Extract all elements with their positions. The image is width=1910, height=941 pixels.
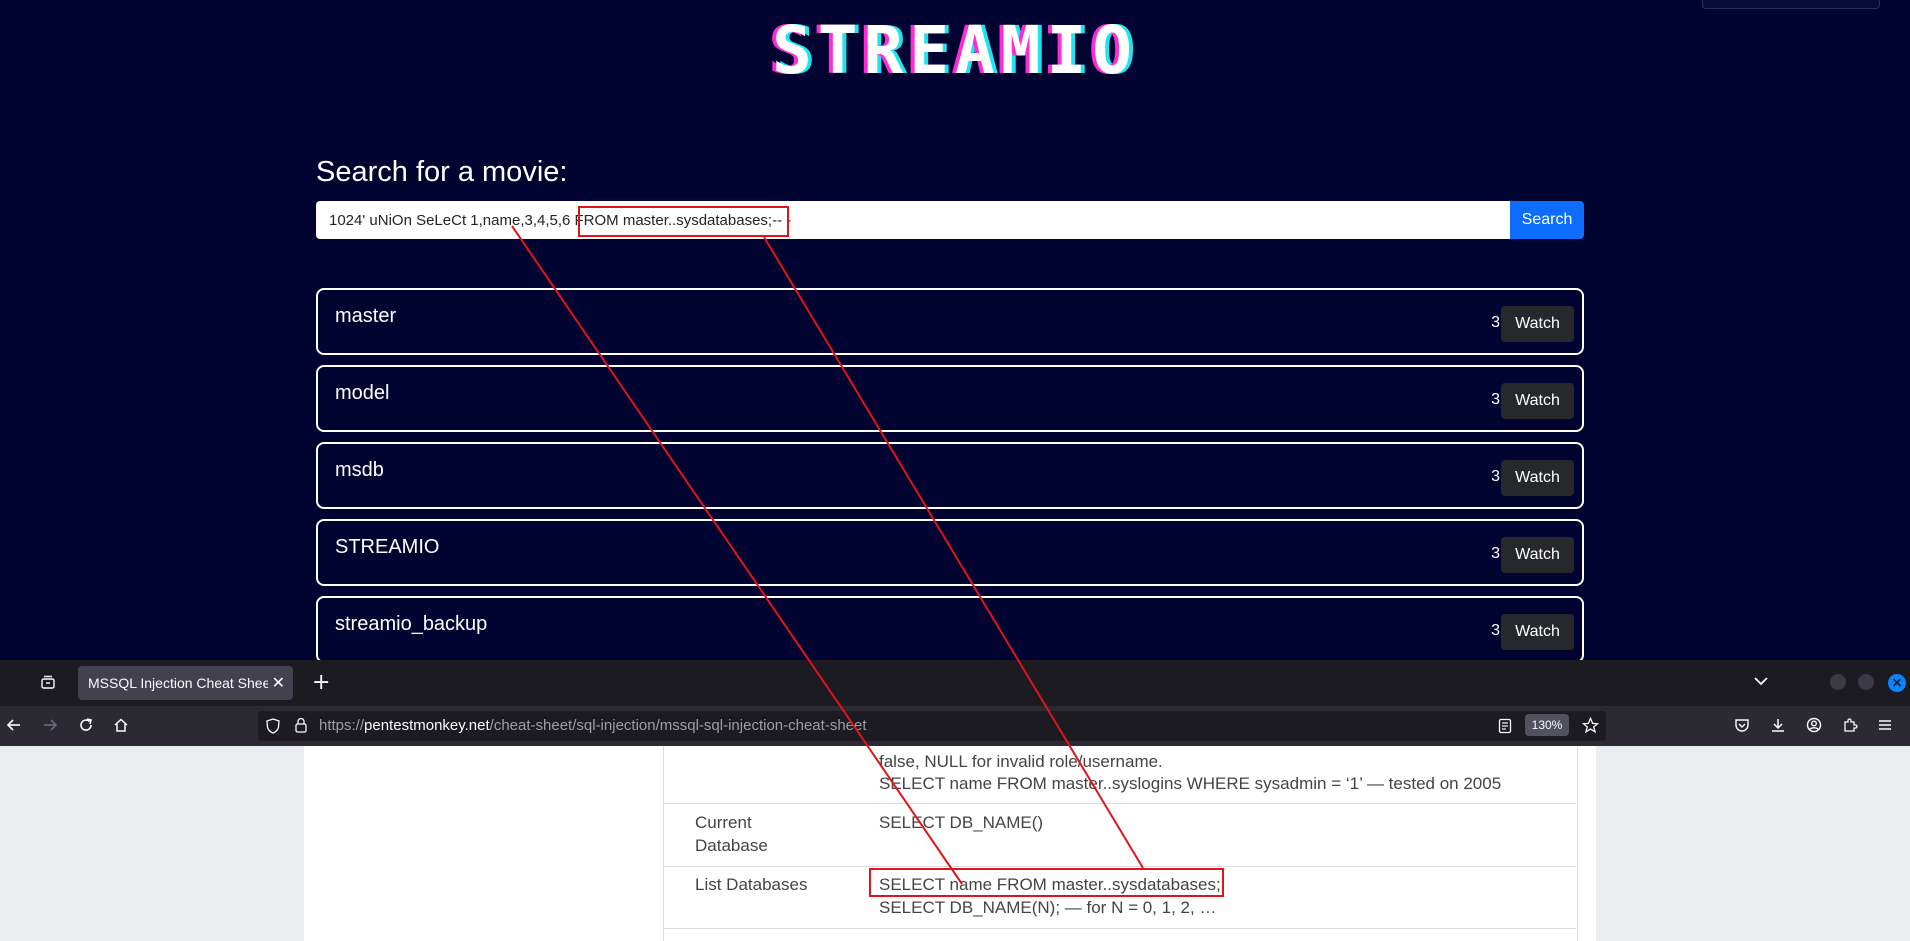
star-icon[interactable] bbox=[1582, 717, 1599, 734]
row-divider bbox=[663, 928, 1576, 929]
result-title: STREAMIO bbox=[335, 536, 440, 558]
row-label: Database bbox=[695, 836, 768, 855]
result-card: streamio_backup 3 Watch bbox=[316, 596, 1584, 660]
partial-text: false, NULL for invalid role/username. bbox=[879, 752, 1163, 771]
current-db-query: SELECT DB_NAME() bbox=[879, 813, 1044, 832]
close-icon[interactable]: ✕ bbox=[272, 673, 285, 693]
row-label: List Databases bbox=[695, 875, 808, 894]
result-number: 3 bbox=[1491, 468, 1500, 485]
back-icon[interactable] bbox=[6, 717, 22, 733]
url-path: /cheat-sheet/sql-injection/mssql-sql-inj… bbox=[489, 717, 867, 734]
url-prefix: https:// bbox=[319, 717, 365, 734]
result-card: msdb 3 Watch bbox=[316, 442, 1584, 509]
download-icon[interactable] bbox=[1770, 717, 1786, 733]
result-title: master bbox=[335, 305, 397, 327]
syslogins-query: SELECT name FROM master..syslogins WHERE… bbox=[879, 774, 1502, 793]
cheat-sheet-page: false, NULL for invalid role/username. S… bbox=[0, 746, 1910, 941]
tab-list-icon[interactable] bbox=[40, 674, 56, 690]
search-input[interactable] bbox=[316, 201, 1511, 239]
top-right-widget bbox=[1702, 0, 1880, 9]
result-number: 3 bbox=[1491, 545, 1500, 562]
extensions-icon[interactable] bbox=[1842, 717, 1858, 733]
tab-title: MSSQL Injection Cheat Sheet bbox=[88, 675, 268, 691]
zoom-level[interactable]: 130% bbox=[1525, 714, 1569, 736]
search-heading: Search for a movie: bbox=[316, 156, 568, 188]
tab-active[interactable]: MSSQL Injection Cheat Sheet ✕ bbox=[78, 666, 293, 700]
result-card: model 3 Watch bbox=[316, 365, 1584, 432]
watch-button[interactable]: Watch bbox=[1501, 614, 1574, 650]
minimize-icon[interactable] bbox=[1830, 674, 1846, 690]
result-card: master 3 Watch bbox=[316, 288, 1584, 355]
lock-icon[interactable] bbox=[294, 717, 308, 733]
result-number: 3 bbox=[1491, 391, 1500, 408]
result-number: 3 bbox=[1491, 622, 1500, 639]
watch-button[interactable]: Watch bbox=[1501, 537, 1574, 573]
window-close-icon[interactable]: × bbox=[1888, 674, 1906, 692]
watch-button[interactable]: Watch bbox=[1501, 460, 1574, 496]
url-text[interactable]: https://pentestmonkey.net/cheat-sheet/sq… bbox=[319, 717, 867, 734]
plus-icon[interactable]: + bbox=[312, 670, 330, 695]
result-number: 3 bbox=[1491, 314, 1500, 331]
home-icon[interactable] bbox=[113, 717, 129, 733]
url-domain: pentestmonkey.net bbox=[364, 717, 490, 734]
reload-icon[interactable] bbox=[78, 717, 94, 733]
account-icon[interactable] bbox=[1806, 717, 1822, 733]
row-divider bbox=[663, 803, 1576, 804]
pocket-icon[interactable] bbox=[1734, 717, 1750, 733]
row-label: Current bbox=[695, 813, 752, 832]
streamio-page: STREAMIO Search for a movie: Search mast… bbox=[0, 0, 1910, 660]
forward-icon[interactable] bbox=[42, 717, 58, 733]
result-title: model bbox=[335, 382, 390, 404]
maximize-icon[interactable] bbox=[1858, 674, 1874, 690]
result-title: msdb bbox=[335, 459, 384, 481]
result-title: streamio_backup bbox=[335, 613, 488, 635]
reader-view-icon[interactable] bbox=[1498, 718, 1512, 734]
result-card: STREAMIO 3 Watch bbox=[316, 519, 1584, 586]
chevron-down-icon[interactable] bbox=[1753, 673, 1769, 689]
search-button[interactable]: Search bbox=[1510, 201, 1584, 239]
db-name-query: SELECT DB_NAME(N); — for N = 0, 1, 2, … bbox=[879, 898, 1217, 917]
watch-button[interactable]: Watch bbox=[1501, 306, 1574, 342]
menu-icon[interactable] bbox=[1877, 717, 1893, 733]
site-logo: STREAMIO bbox=[772, 12, 1138, 89]
list-db-query: SELECT name FROM master..sysdatabases; bbox=[879, 875, 1221, 894]
watch-button[interactable]: Watch bbox=[1501, 383, 1574, 419]
shield-icon[interactable] bbox=[266, 718, 280, 734]
row-divider bbox=[663, 866, 1576, 867]
